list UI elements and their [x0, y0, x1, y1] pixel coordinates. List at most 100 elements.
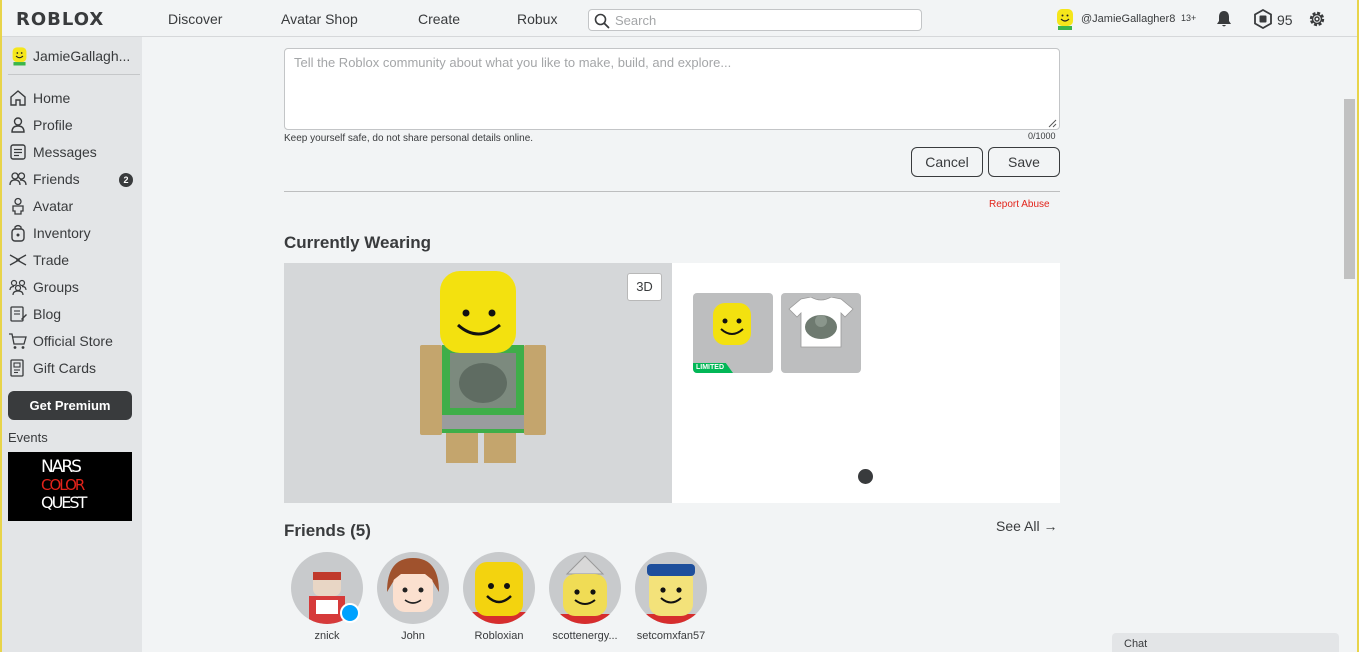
- friend-avatar: [549, 552, 621, 624]
- friend-tile[interactable]: scottenergy...: [545, 552, 625, 652]
- left-sidebar: JamieGallagh... Home Profile Messages Fr…: [2, 37, 142, 652]
- friend-tile[interactable]: setcomxfan57: [631, 552, 711, 652]
- about-me-textarea[interactable]: [284, 48, 1060, 130]
- sidebar-item-label: Inventory: [33, 225, 91, 241]
- settings-gear-icon[interactable]: [1307, 9, 1327, 29]
- wearing-items-panel: LIMITED: [672, 263, 1060, 503]
- friend-tile[interactable]: znick: [287, 552, 367, 652]
- sidebar-item-label: Official Store: [33, 333, 113, 349]
- arrow-right-icon: →: [1043, 518, 1058, 534]
- profile-icon: [11, 117, 25, 133]
- sidebar-item-blog[interactable]: Blog: [8, 302, 138, 326]
- online-status-icon: [340, 603, 360, 623]
- username-label: @JamieGallagher8: [1081, 13, 1176, 25]
- sidebar-item-label: Gift Cards: [33, 360, 97, 376]
- friend-avatar-image: [387, 558, 439, 612]
- worn-item-card[interactable]: [781, 293, 861, 373]
- friend-name: Robloxian: [474, 630, 524, 642]
- sidebar-item-label: Messages: [33, 144, 97, 160]
- sidebar-item-friends[interactable]: Friends 2: [8, 167, 138, 191]
- avatar-icon: [12, 197, 24, 215]
- cancel-button[interactable]: Cancel: [911, 147, 983, 177]
- friend-name: setcomxfan57: [636, 630, 706, 642]
- sidebar-item-messages[interactable]: Messages: [8, 140, 138, 164]
- chat-label: Chat: [1124, 638, 1148, 650]
- sidebar-username: JamieGallagh...: [33, 48, 131, 64]
- limited-badge: LIMITED: [693, 363, 733, 373]
- sidebar-item-inventory[interactable]: Inventory: [8, 221, 138, 245]
- sidebar-item-official-store[interactable]: Official Store: [8, 329, 138, 353]
- notifications-bell-icon[interactable]: [1214, 9, 1234, 29]
- friend-name: scottenergy...: [552, 630, 618, 642]
- sidebar-item-label: Groups: [33, 279, 79, 295]
- age-bracket-label: 13+: [1181, 13, 1197, 23]
- carousel-page-indicator[interactable]: [858, 469, 873, 484]
- friend-tile[interactable]: John: [373, 552, 453, 652]
- profile-main-content: Keep yourself safe, do not share persona…: [142, 37, 1342, 652]
- sidebar-item-trade[interactable]: Trade: [8, 248, 138, 272]
- window-border-left: [0, 0, 2, 652]
- worn-item-card[interactable]: LIMITED: [693, 293, 773, 373]
- avatar-thumbnail-icon: [12, 47, 27, 66]
- see-all-friends-link[interactable]: See All →: [996, 518, 1057, 534]
- avatar-preview[interactable]: 3D: [284, 263, 672, 503]
- sidebar-divider: [8, 74, 140, 75]
- avatar-thumbnail-icon: [1057, 9, 1073, 30]
- sidebar-item-profile[interactable]: Profile: [8, 113, 138, 137]
- inventory-icon: [11, 224, 25, 242]
- friend-avatar-image: [463, 562, 535, 624]
- page-scrollbar[interactable]: [1342, 37, 1357, 652]
- robux-icon[interactable]: [1253, 9, 1273, 29]
- save-button[interactable]: Save: [988, 147, 1060, 177]
- blog-icon: [10, 306, 27, 322]
- toggle-3d-view-button[interactable]: 3D: [627, 273, 662, 301]
- section-divider: [284, 191, 1060, 192]
- search-box: [588, 9, 922, 31]
- see-all-label: See All: [996, 518, 1040, 534]
- nav-avatar-shop[interactable]: Avatar Shop: [281, 11, 358, 27]
- event-banner-line: COLOR: [41, 476, 85, 494]
- get-premium-button[interactable]: Get Premium: [8, 391, 132, 420]
- sidebar-item-avatar[interactable]: Avatar: [8, 194, 138, 218]
- character-count: 0/1000: [1028, 131, 1056, 141]
- friend-name: znick: [314, 630, 340, 642]
- events-heading: Events: [8, 430, 48, 445]
- bighead-thumbnail-icon: [713, 303, 751, 345]
- sidebar-item-gift-cards[interactable]: Gift Cards: [8, 356, 138, 380]
- friend-requests-badge: 2: [119, 173, 133, 187]
- sidebar-item-label: Friends: [33, 171, 80, 187]
- nav-robux[interactable]: Robux: [517, 11, 557, 27]
- sidebar-item-groups[interactable]: Groups: [8, 275, 138, 299]
- groups-icon: [9, 279, 27, 296]
- tshirt-thumbnail-icon: [788, 297, 854, 348]
- report-abuse-link[interactable]: Report Abuse: [989, 199, 1050, 210]
- friend-avatar-image: [635, 564, 707, 624]
- chat-panel-toggle[interactable]: Chat: [1112, 633, 1339, 652]
- currently-wearing-heading: Currently Wearing: [284, 233, 432, 252]
- avatar-figure: [420, 271, 546, 463]
- roblox-logo[interactable]: ROBLOX: [16, 9, 104, 30]
- sidebar-item-home[interactable]: Home: [8, 86, 138, 110]
- nav-create[interactable]: Create: [418, 11, 460, 27]
- friend-avatar-image: [549, 555, 621, 624]
- sidebar-item-label: Profile: [33, 117, 73, 133]
- robux-balance[interactable]: 95: [1277, 12, 1293, 28]
- friend-tile[interactable]: Robloxian: [459, 552, 539, 652]
- nav-discover[interactable]: Discover: [168, 11, 222, 27]
- store-icon: [9, 333, 27, 349]
- friend-name: John: [401, 630, 425, 642]
- sidebar-user-link[interactable]: JamieGallagh...: [10, 45, 140, 67]
- safety-note: Keep yourself safe, do not share persona…: [284, 133, 534, 144]
- sidebar-item-label: Home: [33, 90, 71, 106]
- event-banner-line: NARS: [41, 457, 82, 477]
- event-banner-nars-color-quest[interactable]: NARS COLOR QUEST: [8, 452, 132, 521]
- resize-grip-icon[interactable]: [1048, 119, 1057, 128]
- scrollbar-thumb[interactable]: [1344, 99, 1355, 279]
- search-icon[interactable]: [594, 13, 610, 29]
- search-input[interactable]: [615, 12, 915, 28]
- messages-icon: [10, 144, 26, 160]
- gift-card-icon: [10, 359, 24, 377]
- sidebar-item-label: Blog: [33, 306, 62, 322]
- friend-avatar: [463, 552, 535, 624]
- home-icon: [10, 90, 26, 106]
